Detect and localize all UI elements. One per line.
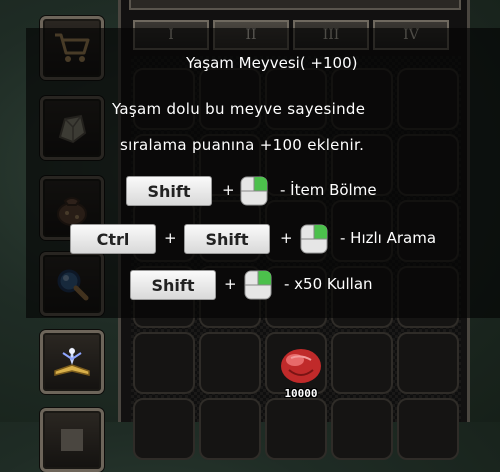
tooltip-description-line: sıralama puanına +100 eklenir. <box>120 136 365 154</box>
ctrl-key: Ctrl <box>70 224 156 254</box>
plus-sign: + <box>164 229 177 247</box>
shortcut-action: - x50 Kullan <box>284 275 373 293</box>
item-count: 10000 <box>284 387 318 400</box>
plus-sign: + <box>222 181 235 199</box>
shortcut-action: - İtem Bölme <box>280 181 377 199</box>
tooltip-title: Yaşam Meyvesi( +100) <box>186 54 358 72</box>
inventory-slot[interactable] <box>199 332 261 394</box>
inventory-slot[interactable] <box>199 398 261 460</box>
mouse-icon <box>240 176 268 206</box>
shortcut-action: - Hızlı Arama <box>340 229 437 247</box>
mouse-icon <box>244 270 272 300</box>
shift-key: Shift <box>184 224 270 254</box>
tooltip-description-line: Yaşam dolu bu meyve sayesinde <box>112 100 366 118</box>
item-tooltip: Yaşam Meyvesi( +100) Yaşam dolu bu meyve… <box>26 28 500 318</box>
book-button[interactable] <box>40 330 104 394</box>
inventory-slot[interactable] <box>265 398 327 460</box>
shift-key: Shift <box>130 270 216 300</box>
plus-sign: + <box>280 229 293 247</box>
inventory-slot[interactable] <box>331 332 393 394</box>
book-icon <box>54 347 90 376</box>
extra-icon <box>61 429 83 451</box>
shift-key: Shift <box>126 176 212 206</box>
panel-title-strip <box>129 0 461 10</box>
plus-sign: + <box>224 275 237 293</box>
inventory-slot[interactable] <box>397 398 459 460</box>
inventory-slot[interactable] <box>331 398 393 460</box>
extra-button[interactable] <box>40 408 104 472</box>
inventory-slot[interactable] <box>133 332 195 394</box>
fruit-icon <box>281 349 321 383</box>
inventory-slot[interactable] <box>397 332 459 394</box>
inventory-slot[interactable] <box>133 398 195 460</box>
inventory-item[interactable]: 10000 <box>271 340 331 402</box>
mouse-icon <box>300 224 328 254</box>
